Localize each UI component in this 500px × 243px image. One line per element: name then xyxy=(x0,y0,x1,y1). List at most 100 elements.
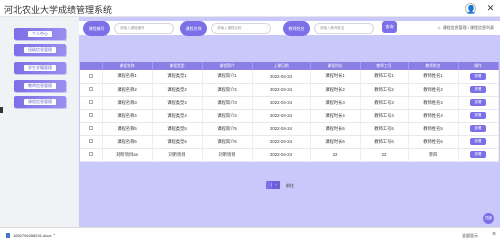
table-row: 课程名称1 课程类型1 课程简介1 2022-04-24 课程时长1 教师工号1… xyxy=(80,70,499,84)
column-header: 操作 xyxy=(458,62,499,70)
table-cell: 李四 xyxy=(408,148,459,162)
sidebar-item-label: 课程信息管理 xyxy=(24,99,56,105)
view-button[interactable]: 查看 xyxy=(470,72,486,80)
table-cell: 课程名称3 xyxy=(102,96,153,110)
home-icon[interactable]: ⌂ xyxy=(438,25,441,31)
table-cell: 课程简介4 xyxy=(202,109,253,123)
table-cell: 课程名称5 xyxy=(102,122,153,136)
table-cell: 课程类型5 xyxy=(152,122,203,136)
next-page-button[interactable]: › xyxy=(272,181,280,189)
table-cell: 2022-04-24 xyxy=(252,96,311,110)
course-name-label: 课程名称 xyxy=(180,21,207,36)
table-cell: 课程名称4 xyxy=(102,109,153,123)
column-header: 课程简介 xyxy=(202,62,253,70)
table-cell: 2022-04-24 xyxy=(252,122,311,136)
table-cell: 教师工号3 xyxy=(360,96,409,110)
search-button[interactable]: 查询 xyxy=(382,21,397,33)
sidebar-item-teacher-management[interactable]: 教师信息管理 xyxy=(14,80,66,92)
course-id-label: 课程编号 xyxy=(83,21,110,36)
table-cell: 2022-04-24 xyxy=(252,83,311,97)
back-to-top-button[interactable]: 顶部 xyxy=(483,213,494,224)
table-cell: 2022-04-24 xyxy=(252,135,311,149)
table-cell: 教师姓名2 xyxy=(408,83,459,97)
table-cell: 刘昕项目as xyxy=(102,148,153,162)
table-row: 课程名称6 课程类型6 课程简介6 2022-04-24 课程时长6 教师工号6… xyxy=(80,135,499,149)
sidebar-item-course-management[interactable]: 课程信息管理 xyxy=(14,96,66,108)
table-cell: 课程时长2 xyxy=(310,83,361,97)
download-file-name: 1650796288291.docx xyxy=(13,233,52,238)
breadcrumb-text: 课程信息管理 / 课程信息列表 xyxy=(442,25,494,30)
table-cell: 课程简介3 xyxy=(202,96,253,110)
table-row: 刘昕项目as 刘昕项目 刘昕项目 2022-04-24 22 22 李四 查看 xyxy=(80,148,499,162)
table-cell: 教师工号1 xyxy=(360,70,409,84)
close-download-bar-icon[interactable]: × xyxy=(492,231,496,238)
table-cell: 课程类型6 xyxy=(152,135,203,149)
table-cell: 教师工号6 xyxy=(360,135,409,149)
table-cell: 课程时长1 xyxy=(310,70,361,84)
column-header: 上课日期 xyxy=(252,62,311,70)
sidebar-item-label: 班级信息管理 xyxy=(24,47,56,53)
table-cell: 教师姓名4 xyxy=(408,109,459,123)
goto-page-label: 前往 xyxy=(286,183,294,188)
table-cell: 教师工号5 xyxy=(360,122,409,136)
table-cell: 课程类型1 xyxy=(152,70,203,84)
sidebar-item-class-management[interactable]: 班级信息管理 xyxy=(14,44,66,56)
top-bar: 河北农业大学成绩管理系统 👤 ✕ xyxy=(0,0,500,17)
table-cell: 教师姓名3 xyxy=(408,96,459,110)
course-table: 课程名称 课程类型 课程简介 上课日期 课程时长 教师工号 教师姓名 操作 课程… xyxy=(80,62,499,162)
course-name-input[interactable]: 请输入课程名称 xyxy=(211,23,271,34)
app-title: 河北农业大学成绩管理系统 xyxy=(4,5,113,15)
table-cell: 教师工号2 xyxy=(360,83,409,97)
view-button[interactable]: 查看 xyxy=(470,138,486,145)
column-header: 教师工号 xyxy=(360,62,409,70)
table-cell: 课程简介2 xyxy=(202,83,253,97)
user-icon[interactable]: 👤 xyxy=(465,3,476,14)
row-checkbox[interactable] xyxy=(88,113,93,117)
table-cell: 刘昕项目 xyxy=(152,148,203,162)
view-button[interactable]: 查看 xyxy=(470,112,486,119)
table-cell: 2022-04-24 xyxy=(252,109,311,123)
sidebar-item-student-management[interactable]: 学生学籍管理 xyxy=(14,62,66,74)
row-checkbox[interactable] xyxy=(88,126,93,130)
select-all-header[interactable] xyxy=(80,62,103,70)
row-checkbox[interactable] xyxy=(88,87,93,91)
view-button[interactable]: 查看 xyxy=(470,125,486,132)
table-cell: 教师工号4 xyxy=(360,109,409,123)
row-checkbox[interactable] xyxy=(88,152,93,156)
view-button[interactable]: 查看 xyxy=(470,151,486,158)
row-checkbox[interactable] xyxy=(88,139,93,143)
show-all-downloads-link[interactable]: 全部显示 xyxy=(462,233,478,239)
download-bar: 1650796288291.docx ⌃ 全部显示 × xyxy=(0,227,500,243)
table-cell: 课程类型4 xyxy=(152,109,203,123)
logout-icon[interactable]: ✕ xyxy=(485,3,496,14)
table-header-row: 课程名称 课程类型 课程简介 上课日期 课程时长 教师工号 教师姓名 操作 xyxy=(80,62,499,70)
table-cell: 教师姓名5 xyxy=(408,122,459,136)
table-cell: 课程时长4 xyxy=(310,109,361,123)
table-cell: 2022-04-24 xyxy=(252,70,311,84)
table-row: 课程名称2 课程类型2 课程简介2 2022-04-24 课程时长2 教师工号2… xyxy=(80,83,499,97)
table-cell: 课程名称2 xyxy=(102,83,153,97)
sidebar-item-label: 教师信息管理 xyxy=(24,83,56,89)
table-cell: 刘昕项目 xyxy=(202,148,253,162)
table-cell: 2022-04-24 xyxy=(252,148,311,162)
table-cell: 课程时长5 xyxy=(310,122,361,136)
table-cell: 课程简介1 xyxy=(202,70,253,84)
view-button[interactable]: 查看 xyxy=(470,86,486,93)
sidebar: 个人中心 班级信息管理 学生学籍管理 教师信息管理 课程信息管理 xyxy=(0,17,80,227)
table-cell: 课程类型2 xyxy=(152,83,203,97)
teacher-name-input[interactable]: 请输入教师姓名 xyxy=(314,23,374,34)
mouse-cursor-icon xyxy=(0,107,3,113)
view-button[interactable]: 查看 xyxy=(470,99,486,106)
table-cell: 课程类型3 xyxy=(152,96,203,110)
row-checkbox[interactable] xyxy=(88,73,93,78)
download-item[interactable]: 1650796288291.docx ⌃ xyxy=(6,233,56,239)
column-header: 课程类型 xyxy=(152,62,203,70)
course-id-input[interactable]: 请输入课程编号 xyxy=(114,23,174,34)
table-cell: 课程时长3 xyxy=(310,96,361,110)
row-checkbox[interactable] xyxy=(88,100,93,104)
table-cell: 课程名称1 xyxy=(102,70,153,84)
table-row: 课程名称4 课程类型4 课程简介4 2022-04-24 课程时长4 教师工号4… xyxy=(80,109,499,123)
breadcrumb: ⌂ 课程信息管理 / 课程信息列表 xyxy=(438,25,494,31)
sidebar-item-personal-center[interactable]: 个人中心 xyxy=(14,28,66,40)
table-cell: 22 xyxy=(310,148,361,162)
